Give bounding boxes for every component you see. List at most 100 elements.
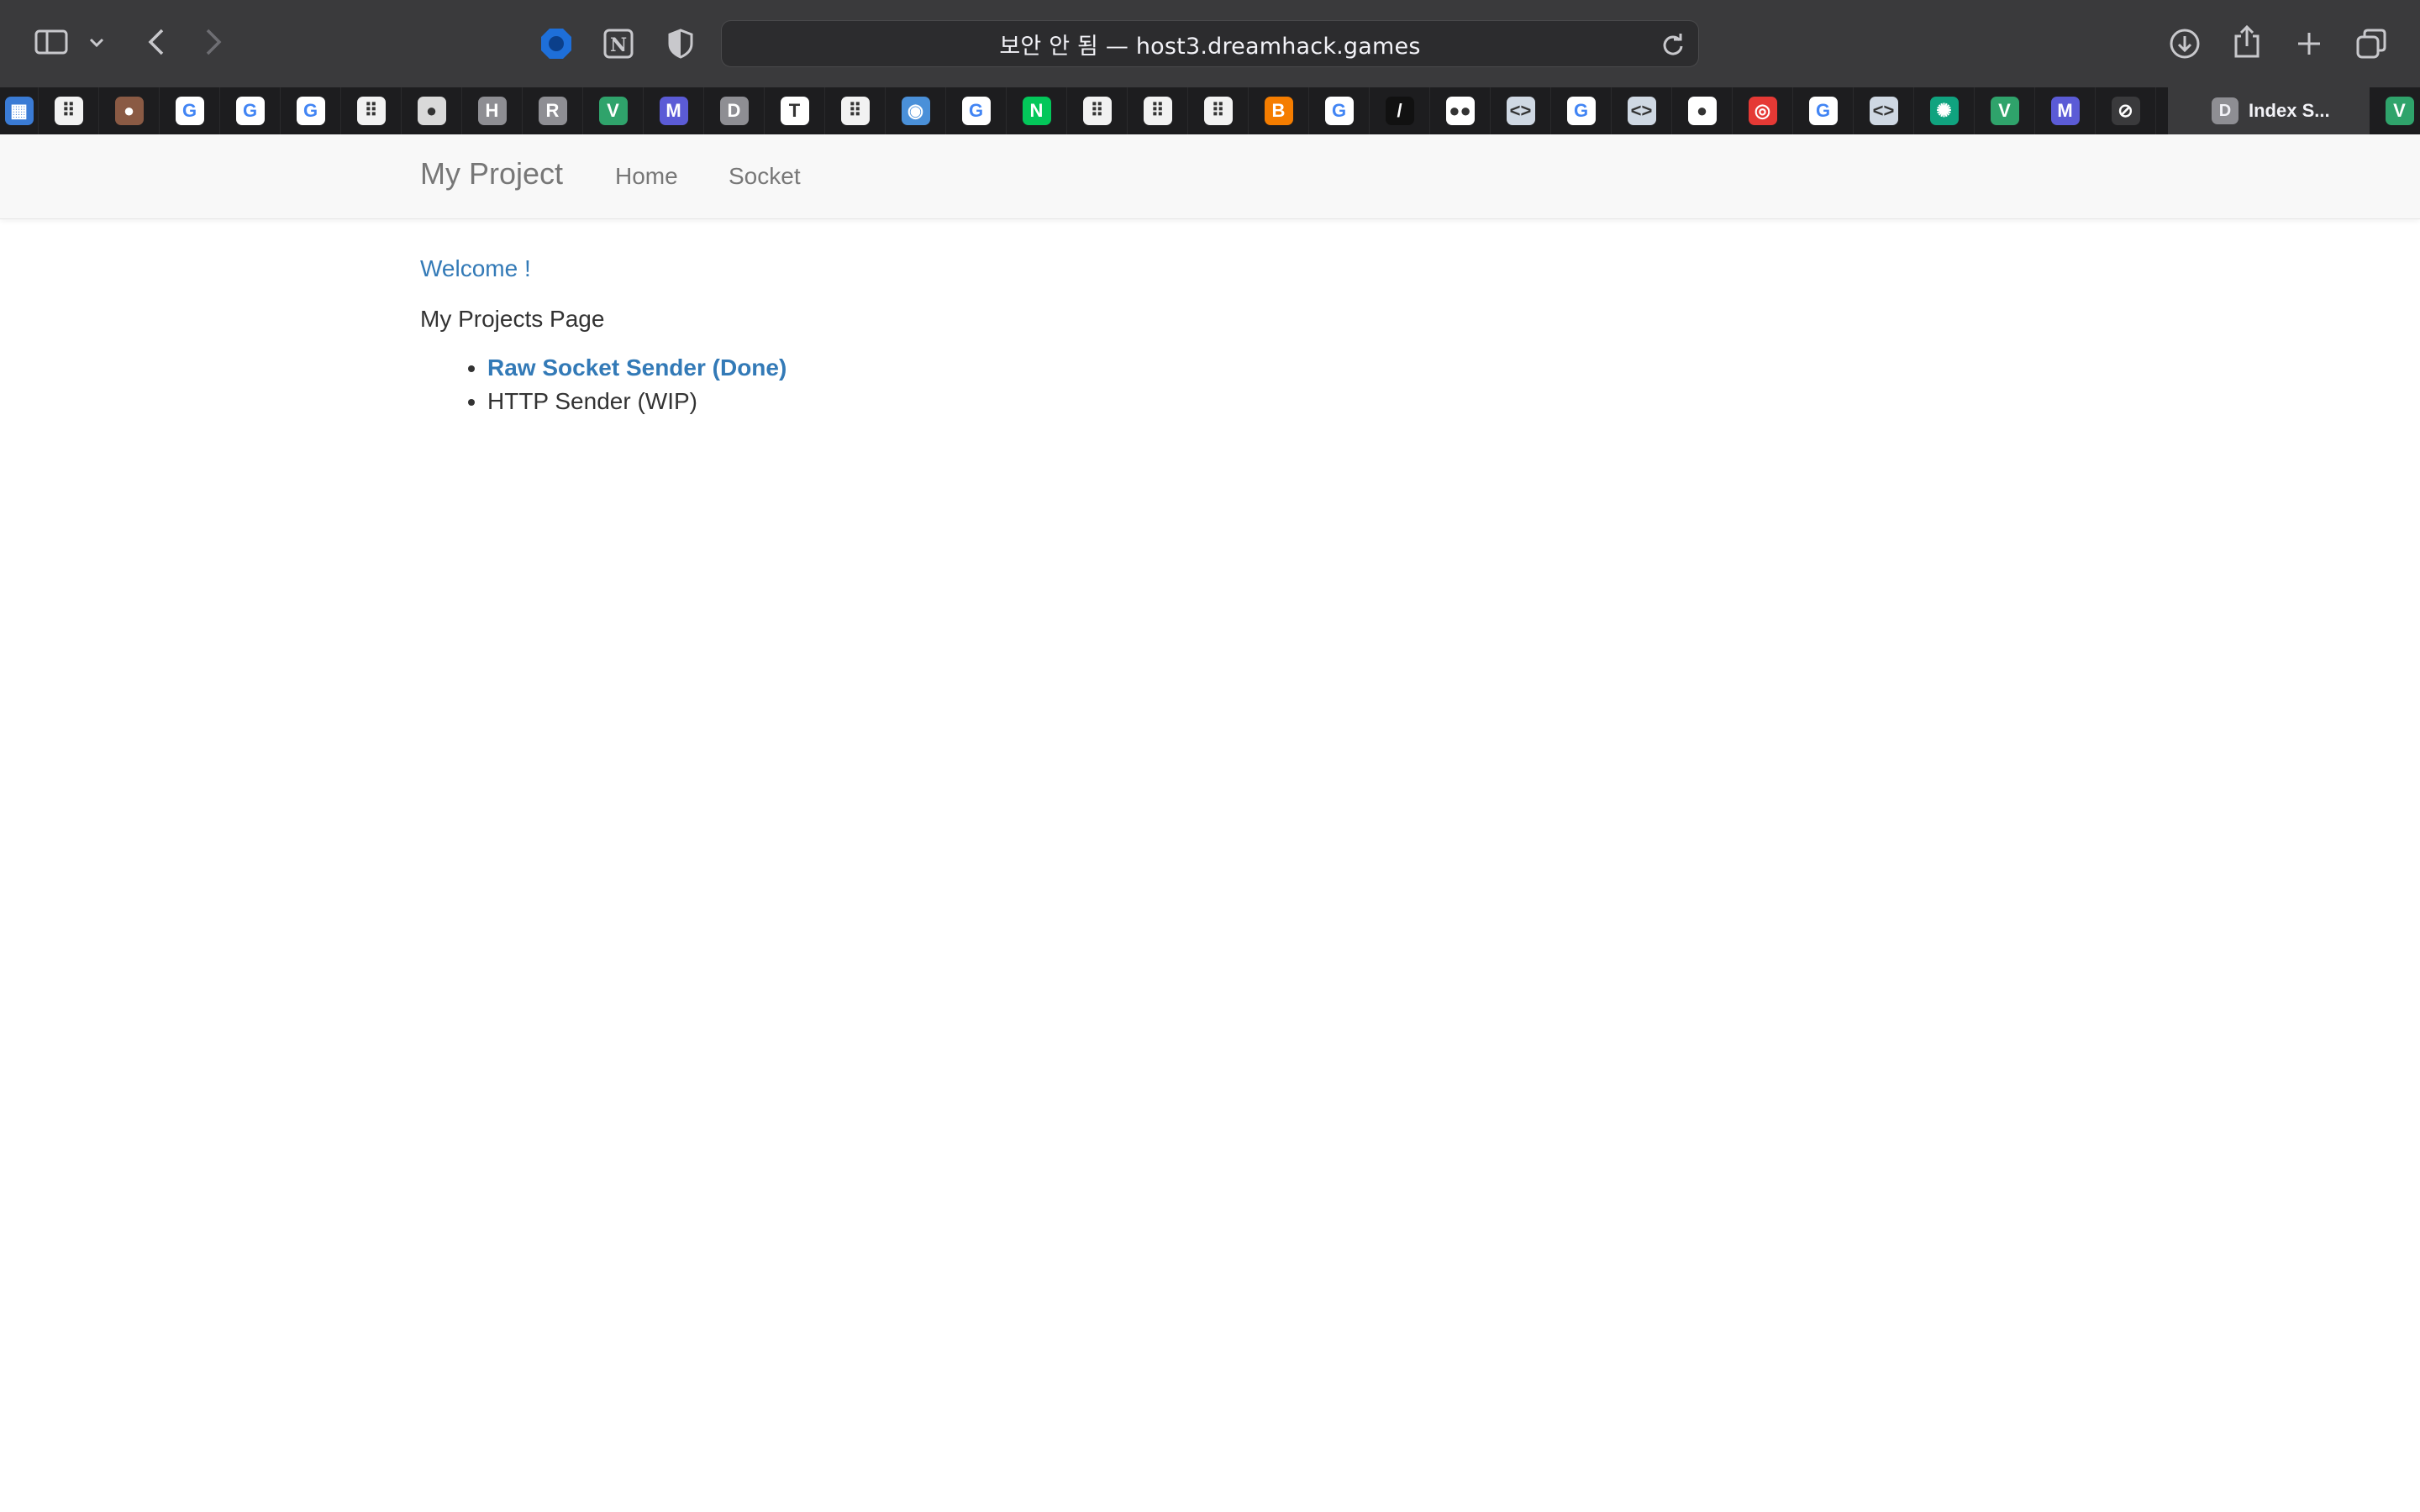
browser-toolbar: N 보안 안 됨 — host3.dreamhack.games bbox=[0, 0, 2420, 87]
bookmark-item[interactable]: ⠿ bbox=[1128, 87, 1188, 134]
bookmark-item[interactable]: ● bbox=[1672, 87, 1733, 134]
google-icon: G bbox=[1324, 97, 1354, 125]
bookmark-item[interactable]: ⠿ bbox=[825, 87, 886, 134]
bookmark-v-icon: V bbox=[598, 97, 628, 125]
github-icon: ● bbox=[1687, 97, 1717, 125]
bookmark-item[interactable]: G bbox=[220, 87, 281, 134]
back-icon[interactable] bbox=[139, 25, 173, 59]
navbar-brand[interactable]: My Project bbox=[420, 156, 563, 192]
bookmark-item[interactable]: D bbox=[704, 87, 765, 134]
bookmark-code-icon: / bbox=[1385, 97, 1414, 125]
chevron-down-icon[interactable] bbox=[84, 30, 109, 55]
page-subtitle: My Projects Page bbox=[420, 306, 605, 332]
bookmark-item[interactable]: G bbox=[1551, 87, 1612, 134]
extension-stop-icon[interactable] bbox=[538, 25, 575, 62]
bookmarks-bar: ▦ ⠿ ● G G G ⠿ ● H R V M D T ⠿ ◉ G N ⠿ ⠿ ⠿ B G / ●● <> G <> ● ◎ G <> ✺ V M ⊘… bbox=[0, 87, 2420, 134]
bookmark-item[interactable]: ⠿ bbox=[1188, 87, 1249, 134]
google-icon: G bbox=[1566, 97, 1596, 125]
bookmark-item[interactable]: ⠿ bbox=[341, 87, 402, 134]
medium-icon: ●● bbox=[1445, 97, 1475, 125]
bookmark-v-icon: V bbox=[1990, 97, 2019, 125]
bookmark-item[interactable]: G bbox=[946, 87, 1007, 134]
bookmark-code-icon: <> bbox=[1869, 97, 1898, 125]
list-item: Raw Socket Sender (Done) bbox=[487, 351, 2017, 385]
bookmark-item[interactable]: <> bbox=[1854, 87, 1914, 134]
reload-icon[interactable] bbox=[1660, 31, 1686, 58]
bookmark-d-icon: D bbox=[719, 97, 749, 125]
bookmark-item[interactable]: ● bbox=[402, 87, 462, 134]
bookmark-item[interactable]: ●● bbox=[1430, 87, 1491, 134]
bookmark-item[interactable]: <> bbox=[1612, 87, 1672, 134]
bookmark-item[interactable]: ⊘ bbox=[2096, 87, 2156, 134]
bookmark-item[interactable]: H bbox=[462, 87, 523, 134]
bookmark-penguin-icon: ● bbox=[417, 97, 446, 125]
bookmark-item[interactable]: V bbox=[1975, 87, 2035, 134]
bookmark-item[interactable]: G bbox=[160, 87, 220, 134]
bookmark-m-icon: M bbox=[2050, 97, 2080, 125]
nav-link-socket[interactable]: Socket bbox=[729, 163, 801, 190]
share-icon[interactable] bbox=[2228, 22, 2265, 62]
welcome-message: Welcome ! bbox=[420, 255, 531, 281]
nav-link-home[interactable]: Home bbox=[615, 163, 678, 190]
bookmark-item[interactable]: V bbox=[583, 87, 644, 134]
bookmark-item[interactable]: ✺ bbox=[1914, 87, 1975, 134]
openai-icon: ✺ bbox=[1929, 97, 1959, 125]
google-icon: G bbox=[235, 97, 265, 125]
bookmark-code-icon: <> bbox=[1506, 97, 1535, 125]
bookmark-item[interactable]: ◉ bbox=[886, 87, 946, 134]
download-icon[interactable] bbox=[2166, 25, 2203, 62]
raw-socket-sender-link[interactable]: Raw Socket Sender (Done) bbox=[487, 354, 786, 381]
bookmark-item[interactable]: ⠿ bbox=[39, 87, 99, 134]
bookmark-dots-icon: ⠿ bbox=[1203, 97, 1233, 125]
google-icon: G bbox=[961, 97, 991, 125]
bookmark-item[interactable]: N bbox=[1007, 87, 1067, 134]
bookmark-item[interactable]: / bbox=[1370, 87, 1430, 134]
bookmark-item[interactable]: T bbox=[765, 87, 825, 134]
bookmark-m-icon: M bbox=[659, 97, 688, 125]
svg-text:N: N bbox=[610, 34, 627, 56]
tab-label: Index S... bbox=[2249, 100, 2330, 121]
bookmark-h-icon: H bbox=[477, 97, 507, 125]
bookmark-code-icon: <> bbox=[1627, 97, 1656, 125]
google-icon: G bbox=[1808, 97, 1838, 125]
shield-icon[interactable] bbox=[664, 25, 697, 62]
bookmark-item[interactable]: B bbox=[1249, 87, 1309, 134]
bookmark-item[interactable]: G bbox=[1793, 87, 1854, 134]
main-content: Welcome ! My Projects Page Raw Socket Se… bbox=[420, 249, 2017, 418]
bookmark-n-icon: N bbox=[1022, 97, 1051, 125]
new-tab-icon[interactable] bbox=[2291, 25, 2328, 62]
blogger-icon: B bbox=[1264, 97, 1293, 125]
bookmark-item[interactable]: R bbox=[523, 87, 583, 134]
bookmark-dots-icon: ⠿ bbox=[54, 97, 83, 125]
bookmark-dots-icon: ⠿ bbox=[1143, 97, 1172, 125]
bookmark-item[interactable]: ● bbox=[99, 87, 160, 134]
bookmark-target-icon: ◎ bbox=[1748, 97, 1777, 125]
bookmark-item[interactable]: ⠿ bbox=[1067, 87, 1128, 134]
site-navbar: My Project Home Socket bbox=[0, 134, 2420, 219]
bookmark-globe-icon: ◉ bbox=[901, 97, 930, 125]
tab-overview-icon[interactable] bbox=[2353, 25, 2390, 62]
bookmark-r-icon: R bbox=[538, 97, 567, 125]
bookmark-dots-icon: ⠿ bbox=[1082, 97, 1112, 125]
address-text: 보안 안 됨 — host3.dreamhack.games bbox=[999, 33, 1421, 60]
forward-icon[interactable] bbox=[197, 25, 230, 59]
bookmark-item[interactable]: G bbox=[281, 87, 341, 134]
project-list: Raw Socket Sender (Done) HTTP Sender (WI… bbox=[420, 351, 2017, 418]
notion-icon[interactable]: N bbox=[600, 25, 637, 62]
bookmark-grid-icon: ▦ bbox=[4, 97, 34, 125]
bookmark-item[interactable]: G bbox=[1309, 87, 1370, 134]
bookmark-item[interactable]: M bbox=[2035, 87, 2096, 134]
address-bar[interactable]: 보안 안 됨 — host3.dreamhack.games bbox=[721, 20, 1699, 67]
bookmark-item[interactable]: M bbox=[644, 87, 704, 134]
bookmark-dots-icon: ⠿ bbox=[356, 97, 386, 125]
google-icon: G bbox=[296, 97, 325, 125]
bookmark-v-icon: V bbox=[2385, 97, 2414, 125]
bookmark-item[interactable]: ▦ bbox=[0, 87, 39, 134]
pinned-tab-active[interactable]: D Index S... bbox=[2168, 87, 2370, 134]
sidebar-toggle-icon[interactable] bbox=[32, 25, 71, 59]
tab-favicon-icon: D bbox=[2212, 97, 2238, 124]
bookmark-item[interactable]: <> bbox=[1491, 87, 1551, 134]
bookmark-item[interactable]: ◎ bbox=[1733, 87, 1793, 134]
list-item: HTTP Sender (WIP) bbox=[487, 385, 2017, 418]
bookmark-item[interactable]: V bbox=[2370, 87, 2420, 134]
